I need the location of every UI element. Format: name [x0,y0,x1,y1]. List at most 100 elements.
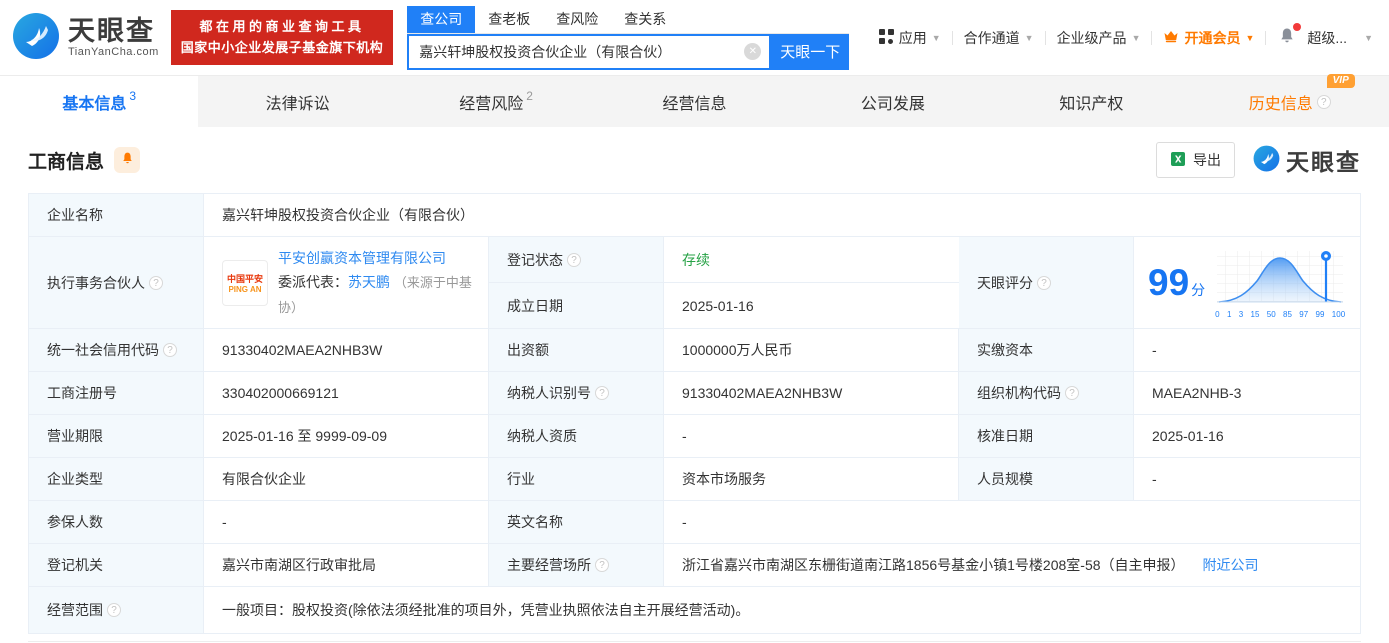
field-label: 天眼评分 [959,237,1134,329]
table-row: 登记状态 存续 [489,237,959,283]
tianyancha-logo[interactable]: 天眼查 TianYanCha.com [12,12,159,63]
field-label: 登记状态 [489,237,664,283]
score-distribution-chart: 0 1 3 15 50 85 97 99 100 [1213,247,1347,319]
tab-legal-proceedings[interactable]: 法律诉讼 [198,76,396,127]
table-row: 工商注册号 330402000669121 纳税人识别号 91330402MAE… [29,372,1360,415]
table-row: 营业期限 2025-01-16 至 9999-09-09 纳税人资质 - 核准日… [29,415,1360,458]
field-label: 执行事务合伙人 [29,237,204,329]
help-icon [107,603,121,617]
monitor-bell-button[interactable] [114,147,141,173]
nearby-companies-link[interactable]: 附近公司 [1203,555,1259,575]
table-row: 企业类型 有限合伙企业 行业 资本市场服务 人员规模 - [29,458,1360,501]
search-button[interactable]: 天眼一下 [771,33,850,70]
field-label: 核准日期 [959,415,1134,458]
top-nav: 应用 合作通道 企业级产品 开通会员 超级... [878,23,1389,49]
search-area: 查公司 查老板 查风险 查关系 天眼一下 [407,5,850,70]
tianyancha-watermark: 天眼查 [1253,143,1361,177]
paid-capital-value: - [1134,329,1360,372]
tab-basic-info[interactable]: 基本信息 3 [0,76,199,127]
table-row: 企业名称 嘉兴轩坤股权投资合伙企业（有限合伙） [29,194,1360,237]
field-label: 主要经营场所 [489,544,664,587]
org-code-value: MAEA2NHB-3 [1134,372,1360,415]
notifications-bell[interactable] [1277,23,1302,49]
section-title: 工商信息 [28,151,105,173]
field-label: 英文名称 [489,501,664,544]
business-scope-value: 一般项目：股权投资(除依法须经批准的项目外，凭营业执照依法自主开展经营活动)。 [204,587,1360,633]
score-axis-labels: 0 1 3 15 50 85 97 99 100 [1215,309,1346,319]
tab-operation-risk[interactable]: 经营风险 2 [397,76,595,127]
field-label: 统一社会信用代码 [29,329,204,372]
tab-intellectual-property[interactable]: 知识产权 [992,76,1190,127]
search-tab-relation[interactable]: 查关系 [611,6,679,33]
nav-open-vip[interactable]: 开通会员 [1163,28,1254,48]
table-row: 经营范围 一般项目：股权投资(除依法须经批准的项目外，凭营业执照依法自主开展经营… [29,587,1360,633]
section-header: 工商信息 导出 天眼查 [28,127,1361,193]
promo-line1: 都在用的商业查询工具 [199,19,365,35]
search-input[interactable] [419,43,745,60]
tab-count: 3 [129,88,137,103]
help-icon [163,343,177,357]
field-label: 企业名称 [29,194,204,237]
nav-apps[interactable]: 应用 [878,28,941,48]
chevron-down-icon [1025,33,1034,43]
export-button[interactable]: 导出 [1156,142,1235,178]
approval-date-value: 2025-01-16 [1134,415,1360,458]
partner-company-link[interactable]: 平安创赢资本管理有限公司 [278,246,474,271]
field-label: 组织机构代码 [959,372,1134,415]
tab-history-info[interactable]: 历史信息 VIP [1191,73,1389,127]
staff-size-value: - [1134,458,1360,501]
pingan-logo: 中国平安 PING AN [222,259,268,306]
chevron-down-icon [1132,33,1141,43]
field-label: 行业 [489,458,664,501]
clear-search-icon[interactable] [744,43,762,60]
delegate-name-link[interactable]: 苏天鹏 [348,274,390,290]
search-tab-risk[interactable]: 查风险 [543,6,611,33]
chevron-down-icon [932,33,941,43]
business-address-value: 浙江省嘉兴市南湖区东栅街道南江路1856号基金小镇1号楼208室-58（自主申报… [664,544,1360,587]
field-label: 经营范围 [29,587,204,633]
tianyan-score-value: 99 分 0 1 3 15 50 85 97 99 100 [1134,237,1360,329]
credit-code-value: 91330402MAEA2NHB3W [204,329,489,372]
tab-company-development[interactable]: 公司发展 [794,76,992,127]
field-label: 企业类型 [29,458,204,501]
promo-banner: 都在用的商业查询工具 国家中小企业发展子基金旗下机构 [170,10,394,65]
table-row: 参保人数 - 英文名称 - [29,501,1360,544]
table-row: 登记机关 嘉兴市南湖区行政审批局 主要经营场所 浙江省嘉兴市南湖区东栅街道南江路… [29,544,1360,587]
tianyancha-swirl-icon [12,12,60,63]
english-name-value: - [664,501,1360,544]
company-type-value: 有限合伙企业 [204,458,489,501]
taxpayer-id-value: 91330402MAEA2NHB3W [664,372,959,415]
business-term-value: 2025-01-16 至 9999-09-09 [204,415,489,458]
establish-date-value: 2025-01-16 [664,283,959,329]
help-icon [595,386,609,400]
field-label: 工商注册号 [29,372,204,415]
taxpayer-quality-value: - [664,415,959,458]
excel-icon [1170,151,1186,170]
field-label: 成立日期 [489,283,664,329]
brand-name: 天眼查 [68,16,155,47]
brand-domain: TianYanCha.com [68,45,159,58]
capital-value: 1000000万人民币 [664,329,959,372]
insured-count-value: - [204,501,489,544]
delegate-label: 委派代表： [278,274,348,290]
crown-icon [1163,29,1179,46]
help-icon [567,252,581,267]
search-tab-company[interactable]: 查公司 [407,5,476,33]
apps-grid-icon [878,28,894,47]
search-tab-boss[interactable]: 查老板 [475,6,543,33]
nav-enterprise-products[interactable]: 企业级产品 [1057,28,1141,48]
table-row: 成立日期 2025-01-16 [489,283,959,329]
nav-super-vip[interactable]: 超级... [1307,28,1373,48]
tab-business-info[interactable]: 经营信息 [595,76,793,127]
registration-info-table: 企业名称 嘉兴轩坤股权投资合伙企业（有限合伙） 执行事务合伙人 中国平安 PIN… [28,193,1361,634]
field-label: 纳税人资质 [489,415,664,458]
help-icon [1316,94,1331,109]
table-row: 执行事务合伙人 中国平安 PING AN 平安创赢资本管理有限公司 委派代表：苏… [29,237,1360,329]
nav-cooperation[interactable]: 合作通道 [964,28,1034,48]
table-row: 统一社会信用代码 91330402MAEA2NHB3W 出资额 1000000万… [29,329,1360,372]
managing-partner-value: 中国平安 PING AN 平安创赢资本管理有限公司 委派代表：苏天鹏 （来源于中… [204,237,489,329]
field-label: 营业期限 [29,415,204,458]
field-label: 纳税人识别号 [489,372,664,415]
tab-count: 2 [526,88,533,103]
industry-value: 资本市场服务 [664,458,959,501]
